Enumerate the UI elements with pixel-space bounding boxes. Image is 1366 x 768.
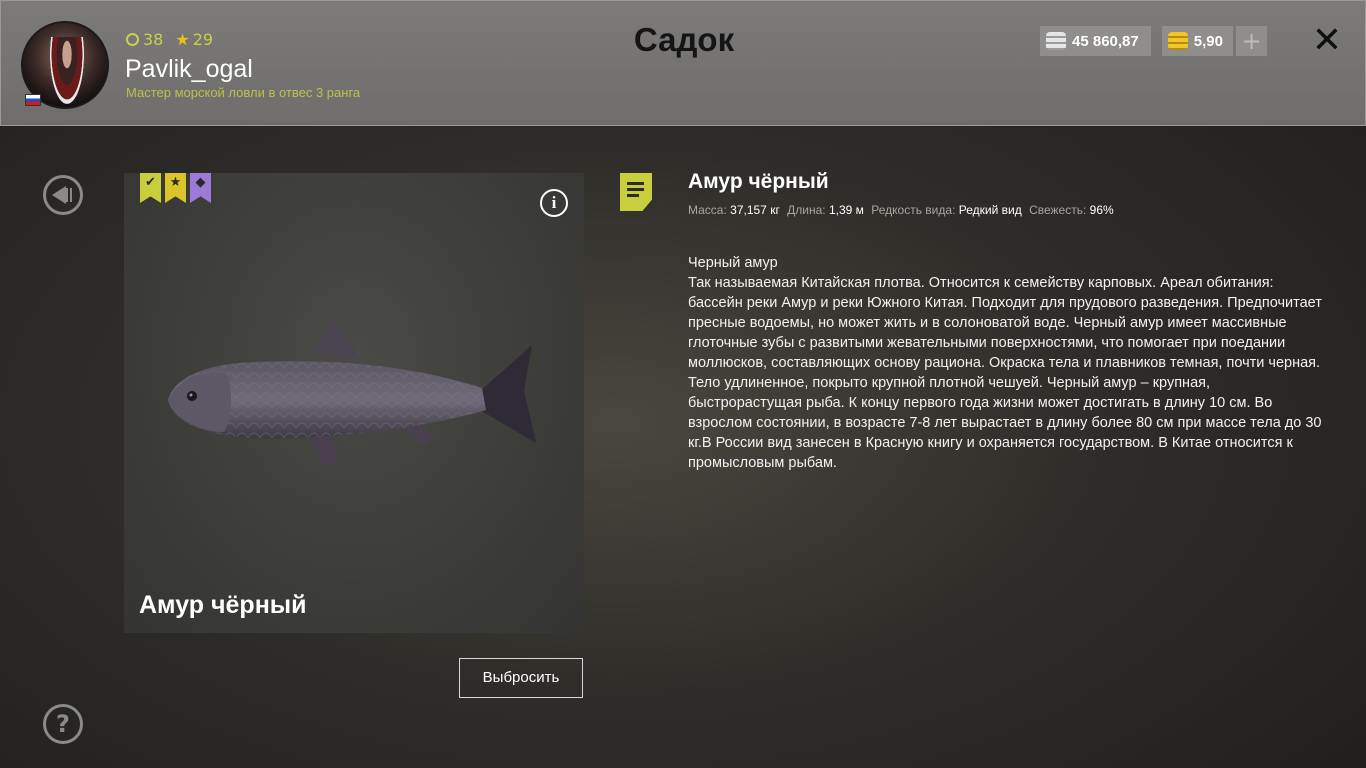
stars-value: 29 [192, 30, 214, 49]
avatar-portrait [49, 37, 85, 107]
gold-balance: 5,90 [1162, 26, 1233, 56]
level-ring-icon [126, 33, 139, 46]
fish-description: Черный амур Так называемая Китайская пло… [688, 253, 1328, 473]
level-indicator: 38 [126, 30, 163, 49]
freshness-label: Свежесть: [1029, 203, 1087, 217]
mass-value: 37,157 кг [730, 203, 780, 217]
russia-flag-icon [25, 94, 41, 106]
top-bar: 38 ★ 29 Pavlik_ogal Мастер морской ловли … [0, 0, 1366, 126]
check-badge-icon: ✔ [140, 173, 161, 203]
fish-card-name: Амур чёрный [139, 591, 307, 619]
rarity-label: Редкость вида: [871, 203, 956, 217]
page-title: Садок [633, 21, 735, 58]
username: Pavlik_ogal [125, 55, 253, 83]
fish-card: ✔ ★ ◆ i Амур чёрный [124, 173, 584, 633]
rarity-value: Редкий вид [958, 203, 1022, 217]
star-icon: ★ [175, 30, 190, 49]
silver-amount: 45 860,87 [1072, 32, 1139, 50]
length-label: Длина: [787, 203, 826, 217]
gold-coin-icon [1168, 32, 1188, 50]
stars-indicator: ★ 29 [175, 30, 213, 49]
silver-balance: 45 860,87 [1040, 26, 1151, 56]
gold-amount: 5,90 [1193, 32, 1223, 50]
fish-image [168, 322, 536, 466]
fish-title: Амур чёрный [688, 170, 829, 193]
star-badge-icon: ★ [165, 173, 186, 203]
add-currency-button[interactable]: + [1236, 26, 1267, 56]
freshness-value: 96% [1089, 203, 1114, 217]
player-rank: Мастер морской ловли в отвес 3 ранга [126, 85, 361, 100]
document-icon [620, 173, 652, 211]
silver-coin-icon [1046, 32, 1066, 50]
level-value: 38 [143, 30, 164, 49]
info-icon[interactable]: i [540, 189, 568, 217]
description-text: Так называемая Китайская плотва. Относит… [688, 275, 1322, 471]
diamond-badge-icon: ◆ [190, 173, 211, 203]
close-button[interactable]: ✕ [1309, 23, 1345, 59]
player-stats: 38 ★ 29 [126, 30, 213, 49]
fish-stats: Масса: 37,157 кг Длина: 1,39 м Редкость … [688, 203, 1118, 217]
trophy-badges: ✔ ★ ◆ [140, 173, 211, 203]
description-title: Черный амур [688, 255, 778, 271]
length-value: 1,39 м [828, 203, 864, 217]
help-button[interactable]: ? [43, 704, 83, 744]
mass-label: Масса: [688, 203, 727, 217]
discard-button[interactable]: Выбросить [459, 658, 583, 698]
back-button[interactable] [43, 175, 83, 215]
